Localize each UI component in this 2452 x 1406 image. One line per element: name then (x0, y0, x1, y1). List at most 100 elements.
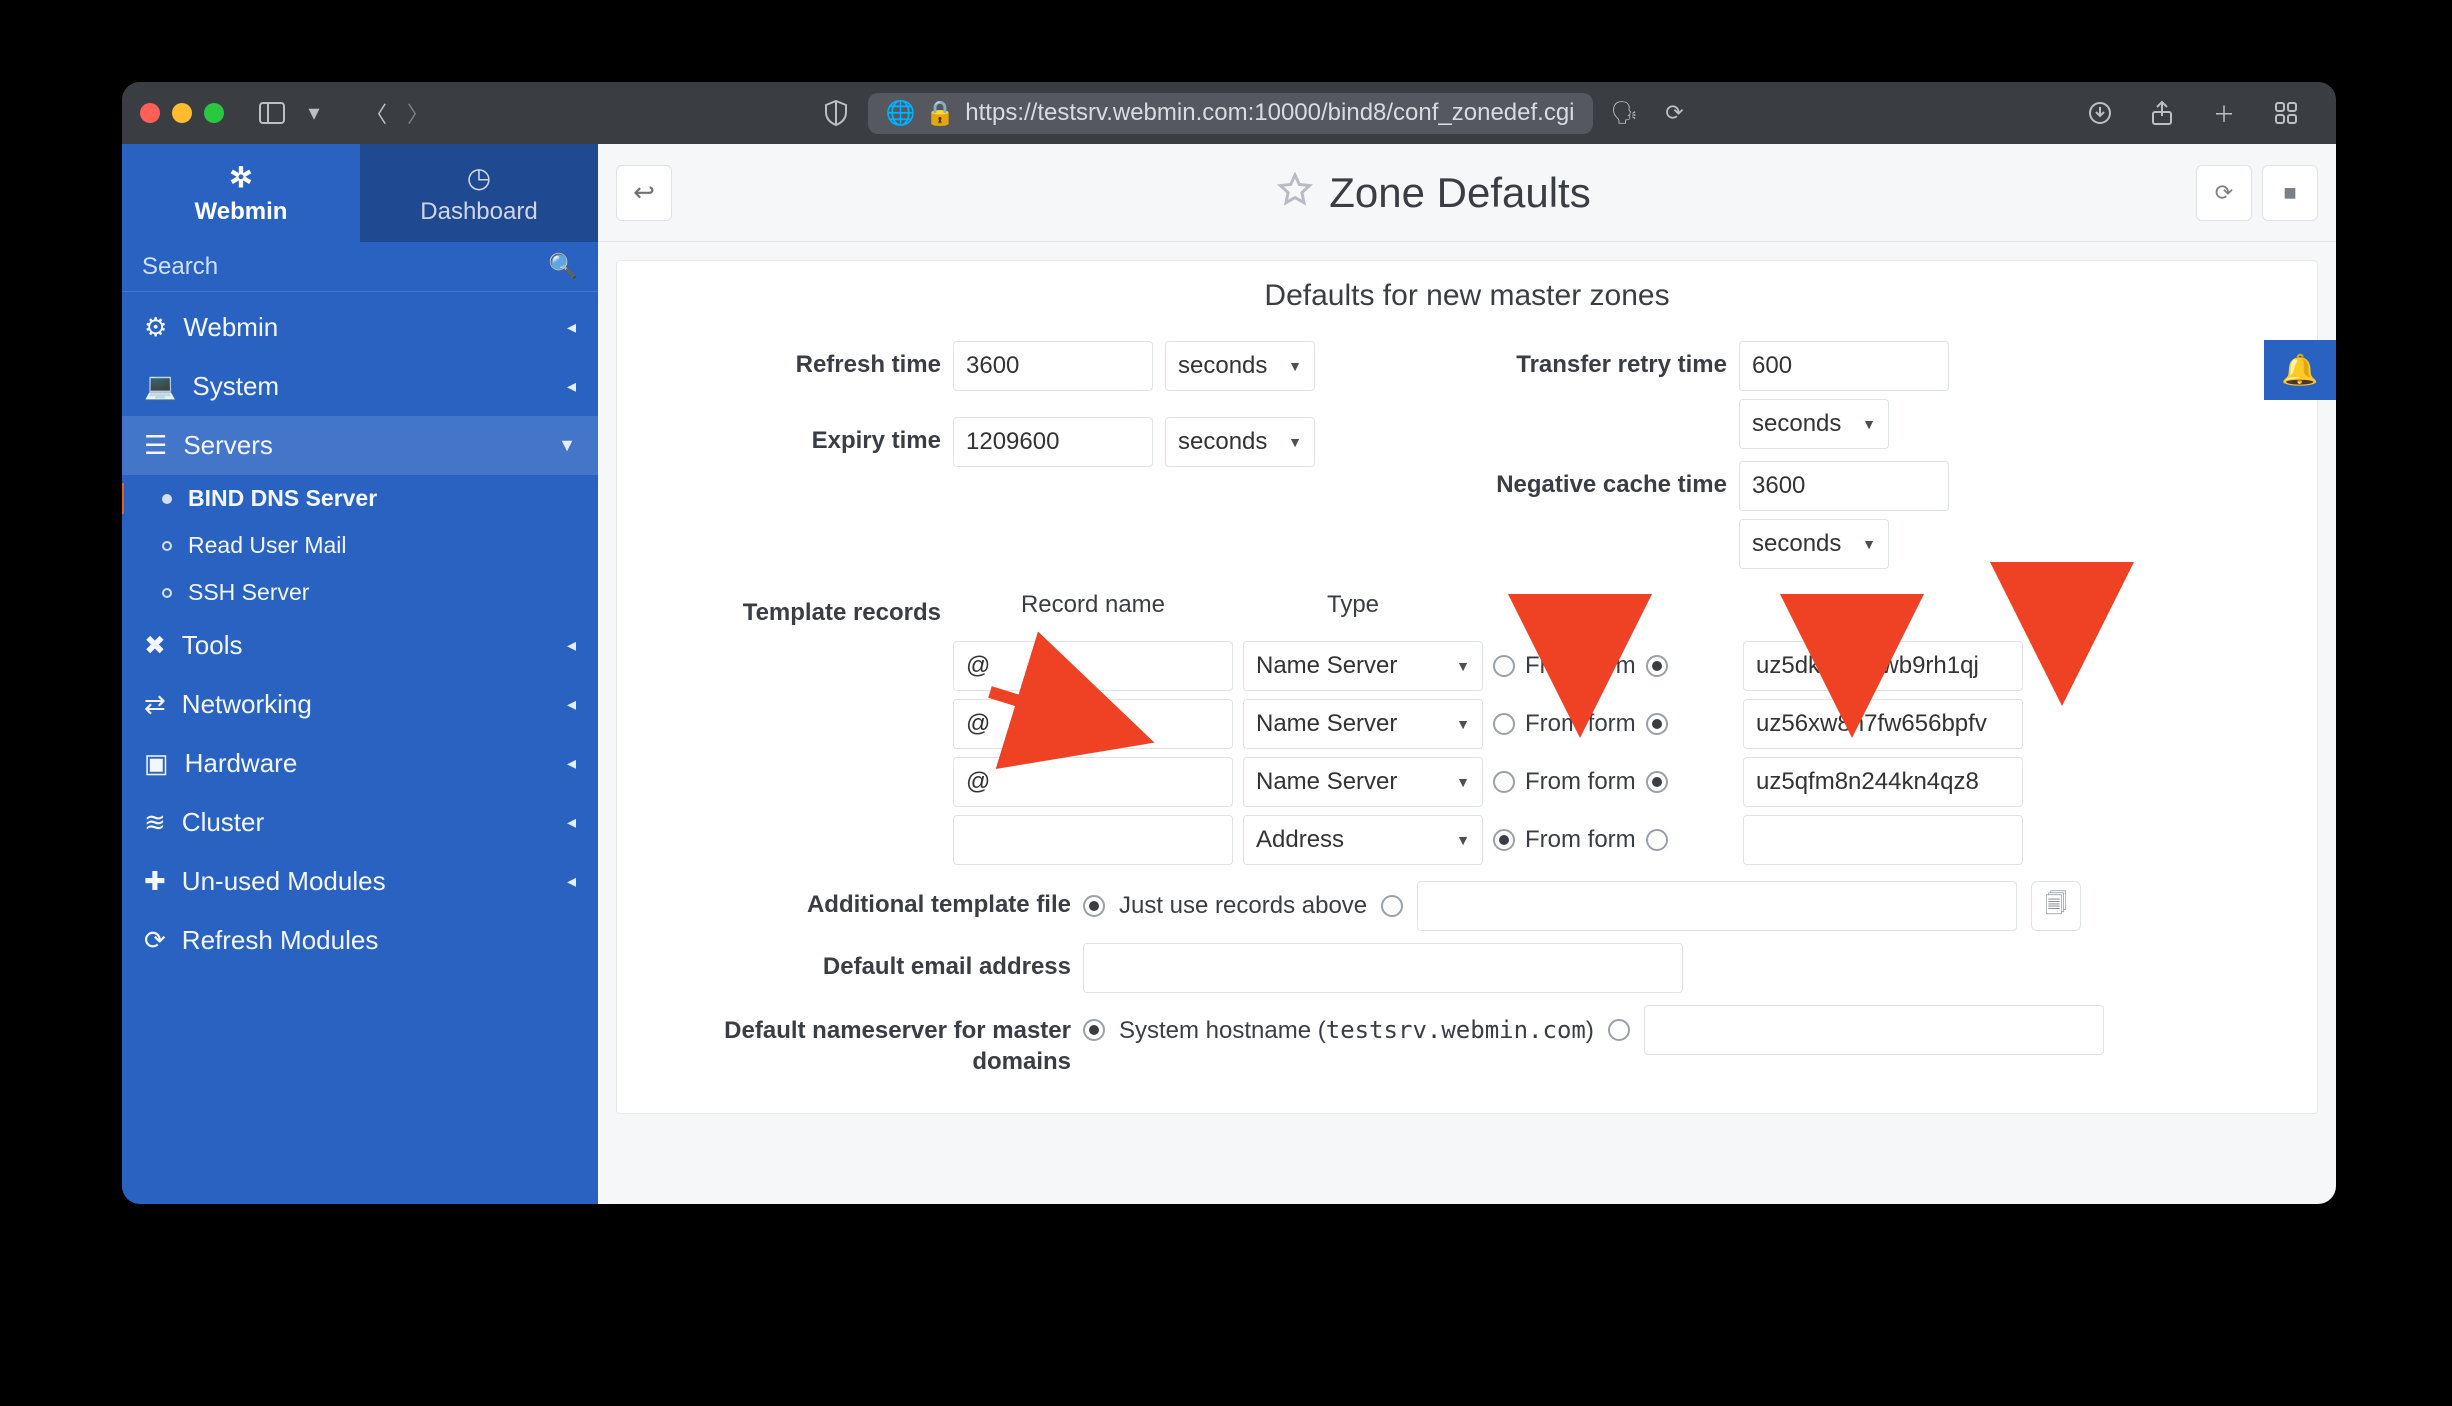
bell-icon: 🔔 (2281, 353, 2318, 388)
template-record-row: Name Server▼ From form (953, 637, 2293, 695)
from-form-radio-left[interactable] (1493, 713, 1515, 735)
sidebar-item-label: Servers (183, 430, 273, 461)
sidebar-item-label: SSH Server (188, 579, 309, 606)
record-value-input[interactable] (1743, 641, 2023, 691)
file-browse-button[interactable]: 🗐 (2031, 881, 2081, 931)
template-file-radio[interactable] (1381, 895, 1403, 917)
window-controls (140, 103, 234, 123)
sidebar-subitem-read-user-mail[interactable]: Read User Mail (122, 522, 598, 569)
sidebar-subitem-bind-dns-server[interactable]: BIND DNS Server (122, 475, 598, 522)
tab-label: Webmin (195, 198, 288, 226)
sidebar-item-system[interactable]: 💻System◂ (122, 357, 598, 416)
sidebar-item-label: Webmin (183, 312, 278, 343)
nav-back-button[interactable]: 〈 (358, 95, 394, 131)
sidebar-item-cluster[interactable]: ≋Cluster◂ (122, 793, 598, 852)
expiry-time-unit-select[interactable]: seconds▼ (1165, 417, 1315, 467)
sidebar-toggle-icon[interactable] (254, 95, 290, 131)
record-type-select[interactable]: Name Server▼ (1243, 757, 1483, 807)
site-settings-icon: 🌐 (886, 99, 916, 128)
from-form-label: From form (1525, 826, 1636, 854)
from-form-radio-left[interactable] (1493, 829, 1515, 851)
template-file-input[interactable] (1417, 881, 2017, 931)
chevron-left-icon: ◂ (567, 376, 576, 397)
negative-cache-input[interactable] (1739, 461, 1949, 511)
sidebar-item-hardware[interactable]: ▣Hardware◂ (122, 734, 598, 793)
address-bar[interactable]: 🌐 🔒 https://testsrv.webmin.com:10000/bin… (868, 93, 1593, 134)
tab-overview-icon[interactable] (2268, 95, 2304, 131)
sidebar-item-refresh-modules[interactable]: ⟳Refresh Modules (122, 911, 598, 970)
sidebar-subitem-ssh-server[interactable]: SSH Server (122, 569, 598, 616)
maximize-window-button[interactable] (204, 103, 224, 123)
nav-icon: ⚙ (144, 312, 167, 343)
from-form-radio-right[interactable] (1646, 713, 1668, 735)
expiry-time-label: Expiry time (641, 417, 941, 455)
sidebar-item-label: Refresh Modules (182, 925, 379, 956)
transfer-retry-label: Transfer retry time (1467, 341, 1727, 379)
downloads-icon[interactable] (2082, 95, 2118, 131)
default-email-label: Default email address (641, 943, 1071, 981)
nav-forward-button[interactable]: 〉 (400, 95, 436, 131)
refresh-time-unit-select[interactable]: seconds▼ (1165, 341, 1315, 391)
sidebar-item-label: Read User Mail (188, 532, 347, 559)
expiry-time-input[interactable] (953, 417, 1153, 467)
record-type-select[interactable]: Name Server▼ (1243, 641, 1483, 691)
transfer-retry-unit-select[interactable]: seconds▼ (1739, 399, 1889, 449)
favorite-star-icon[interactable] (1277, 172, 1313, 213)
lock-icon: 🔒 (925, 99, 955, 128)
record-name-input[interactable] (953, 699, 1233, 749)
sidebar-item-un-used-modules[interactable]: ✚Un-used Modules◂ (122, 852, 598, 911)
search-icon[interactable]: 🔍 (548, 252, 578, 281)
stop-button[interactable]: ■ (2262, 165, 2318, 221)
record-value-input[interactable] (1743, 757, 2023, 807)
browser-window: ▾ 〈 〉 🌐 🔒 https://testsrv.webmin.com:100… (122, 82, 2336, 1204)
chevron-down-icon: ▼ (558, 435, 576, 456)
new-tab-button[interactable]: ＋ (2206, 95, 2242, 131)
content-area: ↩ Zone Defaults ⟳ ■ Defaults for new mas… (598, 144, 2336, 1204)
default-email-input[interactable] (1083, 943, 1683, 993)
custom-ns-input[interactable] (1644, 1005, 2104, 1055)
sidebar-item-servers[interactable]: ☰Servers▼ (122, 416, 598, 475)
custom-ns-radio[interactable] (1608, 1019, 1630, 1041)
tab-dashboard[interactable]: ◷ Dashboard (360, 144, 598, 242)
record-value-input[interactable] (1743, 699, 2023, 749)
share-icon[interactable] (2144, 95, 2180, 131)
from-form-label: From form (1525, 652, 1636, 680)
refresh-time-input[interactable] (953, 341, 1153, 391)
record-name-input[interactable] (953, 641, 1233, 691)
transfer-retry-input[interactable] (1739, 341, 1949, 391)
refresh-page-button[interactable]: ⟳ (2196, 165, 2252, 221)
from-form-radio-right[interactable] (1646, 829, 1668, 851)
record-name-input[interactable] (953, 757, 1233, 807)
sidebar-item-networking[interactable]: ⇄Networking◂ (122, 675, 598, 734)
just-use-records-radio[interactable] (1083, 895, 1105, 917)
record-type-select[interactable]: Name Server▼ (1243, 699, 1483, 749)
from-form-radio-left[interactable] (1493, 655, 1515, 677)
from-form-radio-left[interactable] (1493, 771, 1515, 793)
webmin-sidebar: ✲ Webmin ◷ Dashboard 🔍 ⚙Webmin◂💻System◂☰… (122, 144, 598, 1204)
tab-webmin[interactable]: ✲ Webmin (122, 144, 360, 242)
minimize-window-button[interactable] (172, 103, 192, 123)
chevron-left-icon: ◂ (567, 753, 576, 774)
sidebar-item-webmin[interactable]: ⚙Webmin◂ (122, 298, 598, 357)
tab-dropdown-icon[interactable]: ▾ (296, 95, 332, 131)
sidebar-item-label: Cluster (182, 807, 264, 838)
record-name-input[interactable] (953, 815, 1233, 865)
search-input[interactable] (142, 253, 538, 281)
from-form-radio-right[interactable] (1646, 655, 1668, 677)
translate-icon[interactable]: 🗣 (1607, 95, 1643, 131)
template-record-row: Address▼ From form (953, 811, 2293, 869)
notifications-button[interactable]: 🔔 (2264, 340, 2336, 400)
close-window-button[interactable] (140, 103, 160, 123)
module-back-button[interactable]: ↩ (616, 165, 672, 221)
system-hostname-radio[interactable] (1083, 1019, 1105, 1041)
from-form-radio-right[interactable] (1646, 771, 1668, 793)
zone-defaults-panel: Defaults for new master zones Refresh ti… (616, 260, 2318, 1114)
shield-icon[interactable] (818, 95, 854, 131)
default-ns-label: Default nameserver for master domains (641, 1005, 1071, 1077)
reload-button[interactable]: ⟳ (1657, 95, 1693, 131)
negative-cache-unit-select[interactable]: seconds▼ (1739, 519, 1889, 569)
record-value-input[interactable] (1743, 815, 2023, 865)
sidebar-item-label: System (192, 371, 279, 402)
sidebar-item-tools[interactable]: ✖Tools◂ (122, 616, 598, 675)
record-type-select[interactable]: Address▼ (1243, 815, 1483, 865)
